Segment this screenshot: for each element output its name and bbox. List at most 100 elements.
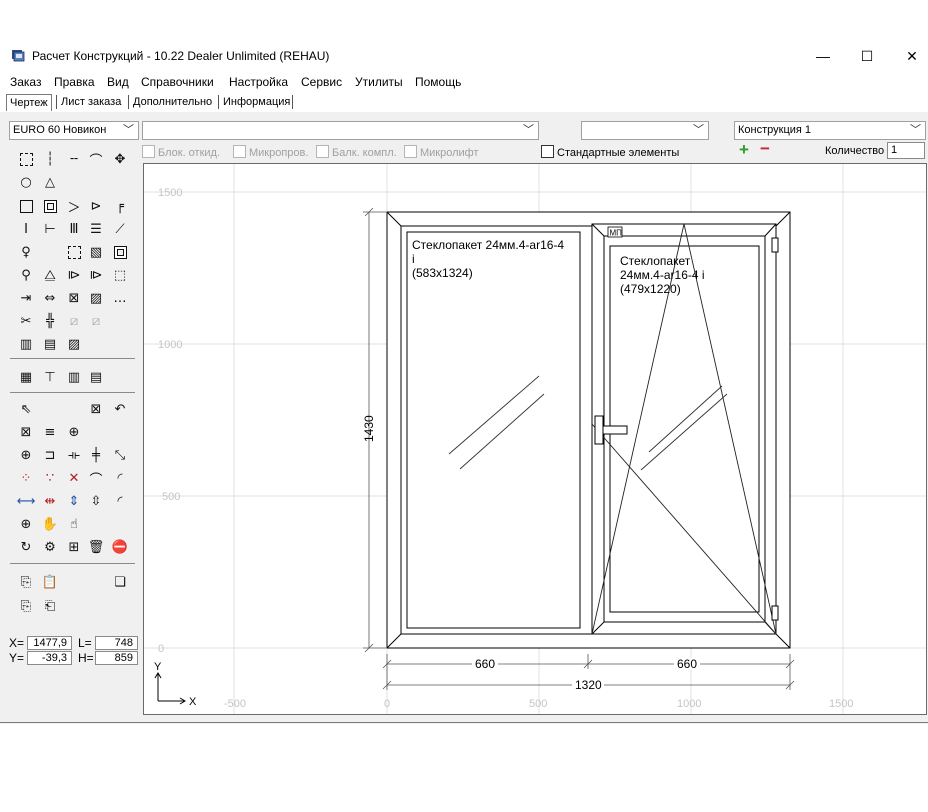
drawing-canvas[interactable]: 1500 1000 500 0 -500 0 500 1000 1500 Y X <box>143 163 927 715</box>
menu-edit[interactable]: Правка <box>54 75 95 89</box>
vertical-lines-icon[interactable]: ▥ <box>17 335 35 353</box>
menu-service[interactable]: Сервис <box>301 75 342 89</box>
standard-elements-option[interactable]: Стандартные элементы <box>541 145 679 159</box>
refresh-icon[interactable]: ↻ <box>17 538 35 556</box>
frame-tool-icon[interactable] <box>41 197 59 215</box>
dim-width-icon[interactable]: ⇹ <box>41 492 59 510</box>
shape-tool-icon[interactable]: ⊳ <box>87 197 105 215</box>
glass-tool-icon[interactable]: ▧ <box>87 243 105 261</box>
color-select[interactable]: ﹀ <box>581 121 709 140</box>
key-tool-icon[interactable]: ♀ <box>17 243 35 261</box>
minimize-button[interactable]: — <box>803 44 843 68</box>
fit-view-icon[interactable]: ⊞ <box>65 538 83 556</box>
cross-box-icon[interactable]: ⊠ <box>65 289 83 307</box>
select-impost-icon[interactable]: ≡ <box>41 423 59 441</box>
disabled-split-icon[interactable]: ⧄ <box>65 312 83 330</box>
double-impost-icon[interactable]: Ⅲ <box>65 220 83 238</box>
angle-tool-icon[interactable]: ＞ <box>65 197 83 216</box>
impost-horizontal-icon[interactable]: ⊢ <box>41 220 59 238</box>
hatch-box-icon[interactable]: ▨ <box>87 289 105 307</box>
arc-tool-icon[interactable]: ⌒ <box>87 469 105 488</box>
micro-vent-option[interactable]: Микропров. <box>233 145 308 159</box>
cross-points-icon[interactable]: ✕ <box>65 469 83 487</box>
width-measure-icon[interactable]: ⊤ <box>41 368 59 386</box>
menu-settings[interactable]: Настройка <box>229 75 288 89</box>
menu-references[interactable]: Справочники <box>141 75 214 89</box>
tilt-sash-icon[interactable]: ⧋ <box>41 266 59 284</box>
trash-icon[interactable]: 🗑 <box>87 538 105 556</box>
disabled-hatch-icon[interactable]: ⧄ <box>87 312 105 330</box>
dim-height-icon[interactable]: ⇳ <box>87 492 105 510</box>
connector-h-icon[interactable]: ⊐ <box>41 446 59 464</box>
layers-icon[interactable]: ❏ <box>111 573 129 591</box>
micro-lift-checkbox[interactable] <box>404 145 417 158</box>
balcony-kit-option[interactable]: Балк. компл. <box>316 145 397 159</box>
turn-sash-right-icon[interactable]: ⧐ <box>87 266 105 284</box>
dim-vertical-icon[interactable]: ⇕ <box>65 492 83 510</box>
resize-h-icon[interactable]: ⟛ <box>65 446 83 464</box>
vertical-dashed-line-icon[interactable]: ┆ <box>41 150 59 168</box>
radius-arc-tool-icon[interactable]: ⌒ <box>87 150 105 169</box>
horizontal-bars-icon[interactable]: ☰ <box>87 220 105 238</box>
points-tool-icon[interactable]: ⁘ <box>17 469 35 487</box>
menu-view[interactable]: Вид <box>107 75 129 89</box>
block-tilt-option[interactable]: Блок. откид. <box>142 145 220 159</box>
tab-order-sheet[interactable]: Лист заказа <box>58 94 124 110</box>
standard-elements-checkbox[interactable] <box>541 145 554 158</box>
tab-drawing[interactable]: Чертеж <box>6 94 52 111</box>
menu-order[interactable]: Заказ <box>10 75 41 89</box>
undo-icon[interactable]: ↶ <box>111 400 129 418</box>
micro-lift-option[interactable]: Микролифт <box>404 145 479 159</box>
tab-information[interactable]: Информация <box>220 94 293 110</box>
magnify-tool-icon[interactable]: ⚲ <box>17 266 35 284</box>
sash-dashed-icon[interactable] <box>65 243 83 261</box>
balcony-kit-checkbox[interactable] <box>316 145 329 158</box>
close-button[interactable]: ✕ <box>892 44 928 68</box>
horizontal-lines-icon[interactable]: ▤ <box>41 335 59 353</box>
resize-v-icon[interactable]: ╪ <box>87 446 105 464</box>
select-frame-icon[interactable]: ⊠ <box>17 423 35 441</box>
remove-construction-button[interactable]: − <box>760 140 770 158</box>
dim-horizontal-icon[interactable]: ⟷ <box>17 492 36 510</box>
impost-vertical-icon[interactable]: Ⅰ <box>17 220 35 238</box>
quantity-input[interactable]: 1 <box>887 142 925 159</box>
menu-utilities[interactable]: Утилиты <box>355 75 403 89</box>
pointer-hand-icon[interactable]: ☝ <box>65 515 83 533</box>
square-tool-icon[interactable] <box>17 197 35 215</box>
stop-icon[interactable]: ⛔ <box>111 538 129 556</box>
tab-additional[interactable]: Дополнительно <box>130 94 215 110</box>
diagonal-tool-icon[interactable]: ⟋ <box>111 220 129 238</box>
panel-fill-icon[interactable]: ▦ <box>17 368 35 386</box>
dim-h-icon[interactable]: ◜ <box>111 492 129 510</box>
pointer-icon[interactable]: ⇖ <box>17 400 35 418</box>
construction-select[interactable]: Конструкция 1 ﹀ <box>734 121 926 140</box>
pan-hand-icon[interactable]: ✋ <box>41 515 59 533</box>
cut-tool-icon[interactable]: ✂ <box>17 312 35 330</box>
copy-icon[interactable]: ⎘ <box>17 573 35 591</box>
move-cross-tool-icon[interactable]: ✥ <box>111 150 129 168</box>
profile-select[interactable]: EURO 60 Новикон ﹀ <box>9 121 139 140</box>
horizontal-dashed-line-icon[interactable]: ╌ <box>65 150 83 168</box>
menu-help[interactable]: Помощь <box>415 75 461 89</box>
more-tools-icon[interactable]: … <box>111 289 129 307</box>
arc-radius-icon[interactable]: ◜ <box>111 469 129 487</box>
circle-tool-icon[interactable]: ○ <box>17 173 35 191</box>
arrow-right-box-icon[interactable]: ⇥ <box>17 289 35 307</box>
handle-tool-icon[interactable]: ╒ <box>111 197 129 215</box>
turn-sash-icon[interactable]: ⧐ <box>65 266 83 284</box>
xy-zoom-icon[interactable]: ⊕ <box>17 446 35 464</box>
selection-box-icon[interactable]: ⬚ <box>111 266 129 284</box>
select-element-icon[interactable]: ⊠ <box>87 400 105 418</box>
arrow-both-box-icon[interactable]: ⇔ <box>41 289 59 307</box>
resize-corner-icon[interactable]: ⤡ <box>111 446 129 464</box>
block-tilt-checkbox[interactable] <box>142 145 155 158</box>
add-construction-button[interactable]: + <box>739 141 749 159</box>
micro-vent-checkbox[interactable] <box>233 145 246 158</box>
dashed-rect-tool-icon[interactable] <box>17 150 35 168</box>
gear-icon[interactable]: ⚙ <box>41 538 59 556</box>
type-select[interactable]: ﹀ <box>142 121 539 140</box>
triangle-tool-icon[interactable]: △ <box>41 173 59 191</box>
connector-tool-icon[interactable]: ╬ <box>41 312 59 330</box>
diagonal-lines-icon[interactable]: ▨ <box>65 335 83 353</box>
rows-icon[interactable]: ▤ <box>87 368 105 386</box>
